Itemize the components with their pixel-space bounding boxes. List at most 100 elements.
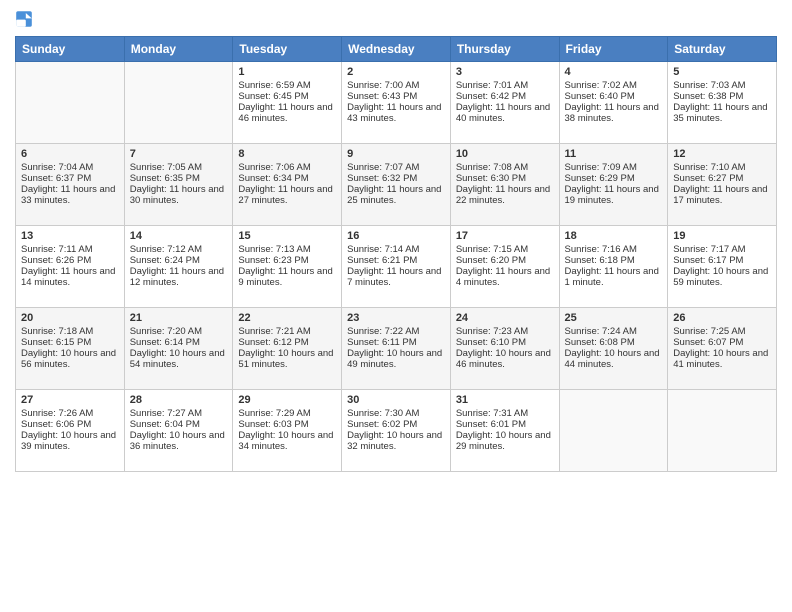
calendar-cell: 26Sunrise: 7:25 AMSunset: 6:07 PMDayligh… <box>668 308 777 390</box>
calendar-cell: 15Sunrise: 7:13 AMSunset: 6:23 PMDayligh… <box>233 226 342 308</box>
sunrise-text: Sunrise: 7:22 AM <box>347 326 445 337</box>
calendar-cell: 6Sunrise: 7:04 AMSunset: 6:37 PMDaylight… <box>16 144 125 226</box>
calendar-cell: 24Sunrise: 7:23 AMSunset: 6:10 PMDayligh… <box>450 308 559 390</box>
daylight-text: Daylight: 10 hours and 29 minutes. <box>456 430 554 452</box>
calendar-cell: 5Sunrise: 7:03 AMSunset: 6:38 PMDaylight… <box>668 62 777 144</box>
logo <box>15 10 35 28</box>
day-number: 30 <box>347 394 445 406</box>
daylight-text: Daylight: 10 hours and 59 minutes. <box>673 266 771 288</box>
day-number: 11 <box>565 148 663 160</box>
calendar-cell: 22Sunrise: 7:21 AMSunset: 6:12 PMDayligh… <box>233 308 342 390</box>
sunrise-text: Sunrise: 7:24 AM <box>565 326 663 337</box>
calendar-cell: 7Sunrise: 7:05 AMSunset: 6:35 PMDaylight… <box>124 144 233 226</box>
day-number: 25 <box>565 312 663 324</box>
page: SundayMondayTuesdayWednesdayThursdayFrid… <box>0 0 792 612</box>
calendar-header-row: SundayMondayTuesdayWednesdayThursdayFrid… <box>16 37 777 62</box>
day-number: 7 <box>130 148 228 160</box>
sunrise-text: Sunrise: 7:03 AM <box>673 80 771 91</box>
daylight-text: Daylight: 11 hours and 1 minute. <box>565 266 663 288</box>
day-number: 9 <box>347 148 445 160</box>
sunset-text: Sunset: 6:14 PM <box>130 337 228 348</box>
sunrise-text: Sunrise: 7:11 AM <box>21 244 119 255</box>
sunrise-text: Sunrise: 7:12 AM <box>130 244 228 255</box>
daylight-text: Daylight: 11 hours and 4 minutes. <box>456 266 554 288</box>
sunrise-text: Sunrise: 7:26 AM <box>21 408 119 419</box>
day-number: 17 <box>456 230 554 242</box>
calendar-cell: 20Sunrise: 7:18 AMSunset: 6:15 PMDayligh… <box>16 308 125 390</box>
sunrise-text: Sunrise: 7:07 AM <box>347 162 445 173</box>
sunrise-text: Sunrise: 7:01 AM <box>456 80 554 91</box>
sunset-text: Sunset: 6:24 PM <box>130 255 228 266</box>
daylight-text: Daylight: 10 hours and 41 minutes. <box>673 348 771 370</box>
sunrise-text: Sunrise: 7:02 AM <box>565 80 663 91</box>
daylight-text: Daylight: 11 hours and 38 minutes. <box>565 102 663 124</box>
sunset-text: Sunset: 6:07 PM <box>673 337 771 348</box>
sunset-text: Sunset: 6:42 PM <box>456 91 554 102</box>
day-number: 21 <box>130 312 228 324</box>
calendar-cell: 18Sunrise: 7:16 AMSunset: 6:18 PMDayligh… <box>559 226 668 308</box>
day-header-monday: Monday <box>124 37 233 62</box>
day-header-tuesday: Tuesday <box>233 37 342 62</box>
sunrise-text: Sunrise: 7:20 AM <box>130 326 228 337</box>
calendar-cell <box>559 390 668 472</box>
calendar-cell: 13Sunrise: 7:11 AMSunset: 6:26 PMDayligh… <box>16 226 125 308</box>
calendar-cell: 11Sunrise: 7:09 AMSunset: 6:29 PMDayligh… <box>559 144 668 226</box>
calendar-cell: 19Sunrise: 7:17 AMSunset: 6:17 PMDayligh… <box>668 226 777 308</box>
calendar-cell: 17 Sunrise: 7:15 AMSunset: 6:20 PMDayligh… <box>450 226 559 308</box>
sunset-text: Sunset: 6:30 PM <box>456 173 554 184</box>
sunset-text: Sunset: 6:03 PM <box>238 419 336 430</box>
sunrise-text: Sunrise: 7:04 AM <box>21 162 119 173</box>
calendar-cell: 28Sunrise: 7:27 AMSunset: 6:04 PMDayligh… <box>124 390 233 472</box>
sunrise-text: Sunrise: 7:05 AM <box>130 162 228 173</box>
sunrise-text: Sunrise: 7:10 AM <box>673 162 771 173</box>
sunrise-text: Sunrise: 7:31 AM <box>456 408 554 419</box>
sunrise-text: Sunrise: 6:59 AM <box>238 80 336 91</box>
daylight-text: Daylight: 11 hours and 17 minutes. <box>673 184 771 206</box>
calendar-cell: 23Sunrise: 7:22 AMSunset: 6:11 PMDayligh… <box>342 308 451 390</box>
sunset-text: Sunset: 6:15 PM <box>21 337 119 348</box>
calendar-cell: 10Sunrise: 7:08 AMSunset: 6:30 PMDayligh… <box>450 144 559 226</box>
calendar-week-row: 13Sunrise: 7:11 AMSunset: 6:26 PMDayligh… <box>16 226 777 308</box>
sunset-text: Sunset: 6:35 PM <box>130 173 228 184</box>
daylight-text: Daylight: 11 hours and 9 minutes. <box>238 266 336 288</box>
day-number: 31 <box>456 394 554 406</box>
sunset-text: Sunset: 6:02 PM <box>347 419 445 430</box>
daylight-text: Daylight: 11 hours and 12 minutes. <box>130 266 228 288</box>
sunset-text: Sunset: 6:40 PM <box>565 91 663 102</box>
daylight-text: Daylight: 10 hours and 32 minutes. <box>347 430 445 452</box>
sunset-text: Sunset: 6:12 PM <box>238 337 336 348</box>
calendar-week-row: 20Sunrise: 7:18 AMSunset: 6:15 PMDayligh… <box>16 308 777 390</box>
day-number: 5 <box>673 66 771 78</box>
calendar-cell <box>668 390 777 472</box>
day-number: 23 <box>347 312 445 324</box>
daylight-text: Daylight: 11 hours and 19 minutes. <box>565 184 663 206</box>
day-header-friday: Friday <box>559 37 668 62</box>
day-number: 14 <box>130 230 228 242</box>
calendar-week-row: 1Sunrise: 6:59 AMSunset: 6:45 PMDaylight… <box>16 62 777 144</box>
sunrise-text: Sunrise: 7:30 AM <box>347 408 445 419</box>
day-header-saturday: Saturday <box>668 37 777 62</box>
day-number: 4 <box>565 66 663 78</box>
sunset-text: Sunset: 6:20 PM <box>456 255 554 266</box>
calendar-cell: 25Sunrise: 7:24 AMSunset: 6:08 PMDayligh… <box>559 308 668 390</box>
daylight-text: Daylight: 11 hours and 33 minutes. <box>21 184 119 206</box>
daylight-text: Daylight: 10 hours and 34 minutes. <box>238 430 336 452</box>
calendar-cell <box>124 62 233 144</box>
daylight-text: Daylight: 11 hours and 22 minutes. <box>456 184 554 206</box>
sunrise-text: Sunrise: 7:21 AM <box>238 326 336 337</box>
sunset-text: Sunset: 6:08 PM <box>565 337 663 348</box>
sunrise-text: Sunrise: 7:13 AM <box>238 244 336 255</box>
sunset-text: Sunset: 6:34 PM <box>238 173 336 184</box>
day-number: 8 <box>238 148 336 160</box>
calendar-cell: 16Sunrise: 7:14 AMSunset: 6:21 PMDayligh… <box>342 226 451 308</box>
day-number: 6 <box>21 148 119 160</box>
calendar-cell: 14 Sunrise: 7:12 AMSunset: 6:24 PMDayligh… <box>124 226 233 308</box>
day-number: 12 <box>673 148 771 160</box>
sunrise-text: Sunrise: 7:17 AM <box>673 244 771 255</box>
day-number: 13 <box>21 230 119 242</box>
daylight-text: Daylight: 10 hours and 39 minutes. <box>21 430 119 452</box>
sunrise-text: Sunrise: 7:29 AM <box>238 408 336 419</box>
sunrise-text: Sunrise: 7:06 AM <box>238 162 336 173</box>
sunset-text: Sunset: 6:10 PM <box>456 337 554 348</box>
sunrise-text: Sunrise: 7:15 AM <box>456 244 554 255</box>
